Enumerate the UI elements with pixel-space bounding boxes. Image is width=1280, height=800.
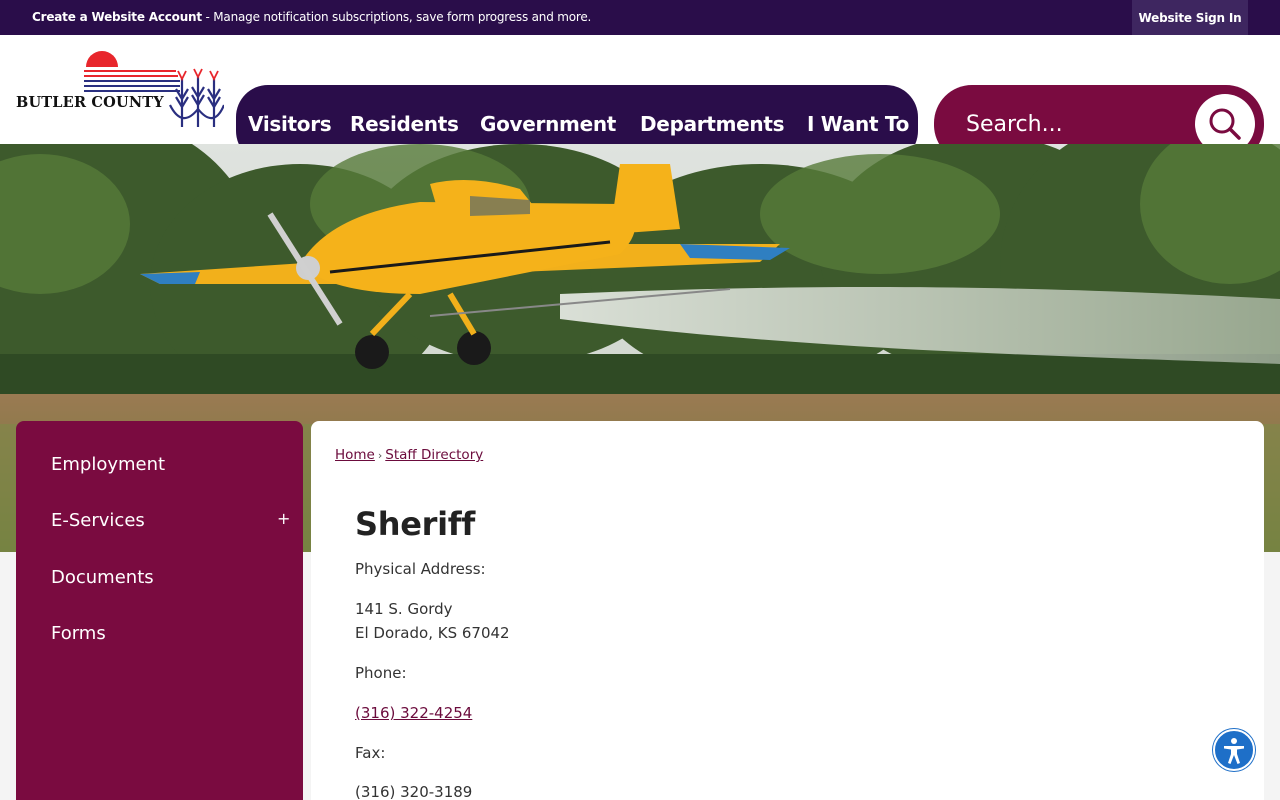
search-input[interactable]: Search...: [966, 112, 1063, 137]
fax-label: Fax:: [355, 744, 386, 762]
breadcrumb-staff-directory-link[interactable]: Staff Directory: [385, 447, 483, 463]
breadcrumb-home-link[interactable]: Home: [335, 447, 375, 463]
accessibility-icon: [1224, 738, 1244, 764]
wheat-sun-logo-graphic: [84, 51, 224, 127]
expand-e-services-icon[interactable]: +: [277, 509, 290, 528]
site-header: BUTLER COUNTY Visitors Residents Governm…: [0, 35, 1280, 163]
butler-county-logo[interactable]: BUTLER COUNTY: [14, 49, 224, 131]
page-title: Sheriff: [355, 505, 476, 543]
nav-residents[interactable]: Residents: [350, 112, 459, 136]
website-sign-in-button[interactable]: Website Sign In: [1132, 0, 1248, 35]
nav-government[interactable]: Government: [480, 112, 616, 136]
breadcrumb-separator: ›: [377, 449, 383, 462]
address-line-2: El Dorado, KS 67042: [355, 624, 510, 642]
phone-link[interactable]: (316) 322-4254: [355, 704, 472, 722]
nav-i-want-to[interactable]: I Want To: [807, 112, 909, 136]
phone-label: Phone:: [355, 664, 407, 682]
accessibility-button[interactable]: [1213, 729, 1255, 771]
nav-visitors[interactable]: Visitors: [248, 112, 332, 136]
search-icon: [1209, 108, 1241, 140]
sidebar-item-e-services[interactable]: E-Services: [51, 510, 145, 531]
sidebar-item-employment[interactable]: Employment: [51, 454, 165, 475]
address-line-1: 141 S. Gordy: [355, 600, 453, 618]
nav-departments[interactable]: Departments: [640, 112, 785, 136]
sidebar-item-documents[interactable]: Documents: [51, 567, 154, 588]
main-content: Home › Staff Directory Sheriff Physical Ad…: [311, 421, 1264, 800]
physical-address-label: Physical Address:: [355, 560, 486, 578]
breadcrumb: Home › Staff Directory: [335, 447, 483, 463]
sidebar-item-forms[interactable]: Forms: [51, 623, 106, 644]
create-account-description: - Manage notification subscriptions, sav…: [201, 10, 592, 24]
logo-text: BUTLER COUNTY: [16, 94, 164, 111]
sidebar-menu: Employment E-Services + Documents Forms: [16, 421, 303, 800]
create-account-message[interactable]: Create a Website Account - Manage notifi…: [32, 10, 591, 24]
top-bar: Create a Website Account - Manage notifi…: [0, 0, 1280, 35]
create-account-link[interactable]: Create a Website Account: [32, 10, 202, 24]
fax-number: (316) 320-3189: [355, 783, 473, 800]
